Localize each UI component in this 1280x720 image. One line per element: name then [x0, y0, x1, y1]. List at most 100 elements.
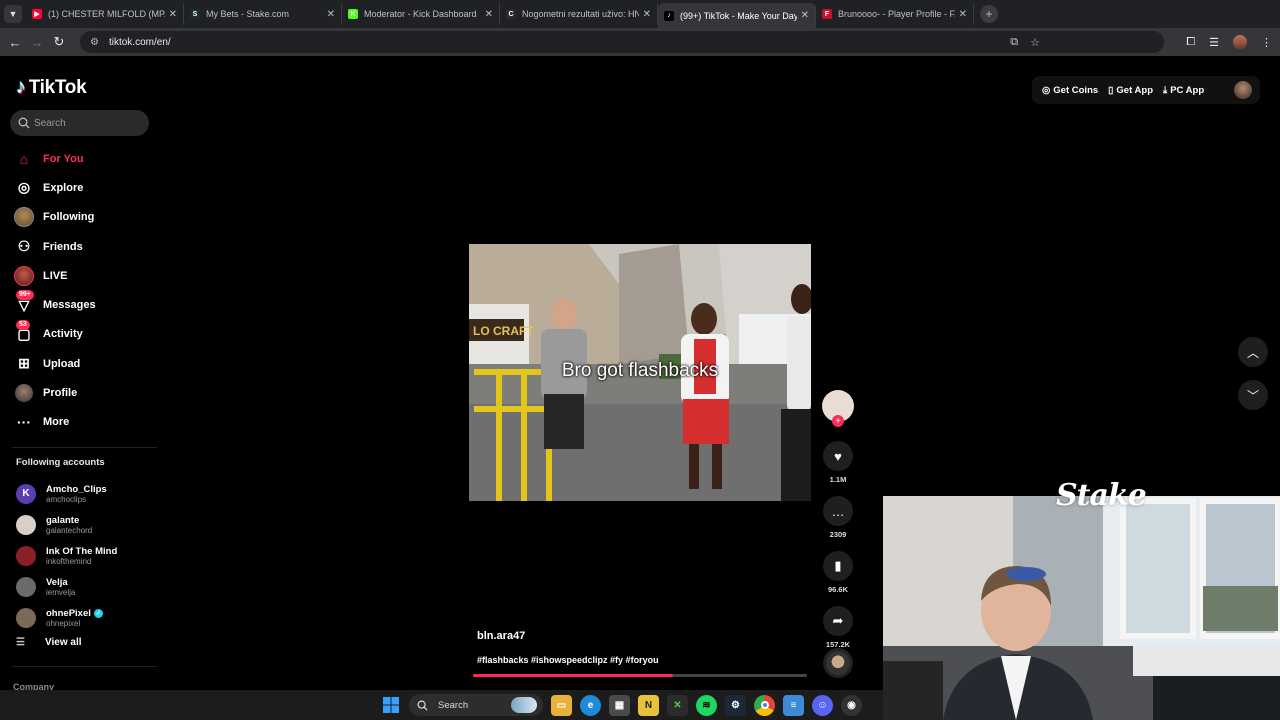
- xbox-icon[interactable]: ✕: [667, 694, 688, 716]
- share-icon[interactable]: ➦: [823, 606, 853, 636]
- tab-close-icon[interactable]: ✕: [327, 9, 335, 20]
- reload-icon[interactable]: ↻: [48, 31, 70, 53]
- comment-action[interactable]: … 2309: [822, 496, 854, 539]
- account-name-row: Velja: [46, 577, 75, 588]
- video-username[interactable]: bln.ara47: [477, 630, 525, 642]
- following-account-item[interactable]: Velja iemvelja: [16, 571, 156, 602]
- forward-icon[interactable]: →: [26, 31, 48, 53]
- nav-item-label: Explore: [43, 181, 84, 194]
- steam-icon[interactable]: ⚙: [725, 694, 746, 716]
- tab-close-icon[interactable]: ✕: [643, 9, 651, 20]
- account-avatar: [16, 576, 36, 597]
- search-input[interactable]: [34, 117, 144, 129]
- music-disc-icon[interactable]: [823, 648, 853, 678]
- nav-item-for-you[interactable]: ⌂ For You: [14, 144, 154, 173]
- following-account-item[interactable]: galante galantechord: [16, 509, 156, 540]
- following-account-item[interactable]: Ink Of The Mind inkofthemind: [16, 540, 156, 571]
- browser-tab[interactable]: ♪ (99+) TikTok - Make Your Day ✕: [658, 3, 816, 28]
- browser-tab[interactable]: C Nogometni rezultati uživo: HNL ✕: [500, 3, 658, 25]
- save-action[interactable]: ▮ 96.6K: [822, 551, 854, 594]
- app-icon[interactable]: N: [638, 694, 659, 716]
- tiktok-logo[interactable]: ♪ TikTok: [16, 76, 87, 99]
- following-account-item[interactable]: K Amcho_Clips amchoclips: [16, 478, 156, 509]
- get-coins-button[interactable]: ◎ Get Coins: [1042, 85, 1098, 96]
- nav-item-upload[interactable]: ⊞ Upload: [14, 349, 154, 378]
- bookmark-star-icon[interactable]: ☆: [1030, 36, 1040, 49]
- creator-avatar[interactable]: +: [822, 390, 854, 427]
- nav-item-live[interactable]: LIVE: [14, 261, 154, 290]
- nav-item-profile[interactable]: Profile: [14, 378, 154, 407]
- tab-favicon-icon: S: [190, 9, 200, 19]
- video-caption: Bro got flashbacks: [561, 360, 719, 381]
- nav-item-activity[interactable]: ▢ 53 Activity: [14, 319, 154, 349]
- pc-app-button[interactable]: ⤓ PC App: [1163, 85, 1204, 96]
- discord-icon[interactable]: ☺: [812, 694, 833, 716]
- windows-start-icon[interactable]: [380, 695, 401, 716]
- comment-icon[interactable]: …: [823, 496, 853, 526]
- screen: ▼ ▶ (1) CHESTER MILFOLD (MPACRED) - YouTu…: [0, 0, 1280, 720]
- following-account-item[interactable]: ohnePixel ✓ ohnepixel: [16, 602, 156, 633]
- file-explorer-icon[interactable]: ▭: [551, 694, 572, 716]
- chrome-icon[interactable]: [754, 694, 775, 716]
- previous-video-button[interactable]: ︿: [1238, 337, 1268, 367]
- nav-item-messages[interactable]: ▽ 99+ Messages: [14, 290, 154, 319]
- follow-plus-icon[interactable]: +: [832, 415, 844, 427]
- reading-list-icon[interactable]: ☰: [1209, 36, 1219, 49]
- account-text: Velja iemvelja: [46, 577, 75, 597]
- nav-item-more[interactable]: ··· More: [14, 408, 154, 437]
- video-hashtags[interactable]: #flashbacks #ishowspeedclipz #fy #foryou: [477, 655, 659, 665]
- browser-tab[interactable]: ▶ (1) CHESTER MILFOLD (MPACRED) - YouTube…: [26, 3, 184, 25]
- edge-icon[interactable]: e: [580, 694, 601, 716]
- view-all-label: View all: [45, 637, 82, 648]
- browser-tab[interactable]: F Brunoooo- - Player Profile - FA ✕: [816, 3, 974, 25]
- upload-icon: ⊞: [18, 355, 30, 372]
- nav-item-friends[interactable]: ⚇ Friends: [14, 232, 154, 261]
- video-actions: + ♥ 1.1M … 2309 ▮ 96.6K ➦ 157.2K: [822, 390, 854, 649]
- next-video-button[interactable]: ﹀: [1238, 380, 1268, 410]
- browser-tab-bar: ▼ ▶ (1) CHESTER MILFOLD (MPACRED) - YouTu…: [0, 0, 1280, 28]
- browser-toolbar: ← → ↻ ⚙ tiktok.com/en/ ⧉ ☆ ⧠ ☰ ⋮: [0, 28, 1280, 56]
- account-handle: ohnepixel: [46, 618, 81, 628]
- share-action[interactable]: ➦ 157.2K: [822, 606, 854, 649]
- new-tab-button[interactable]: +: [980, 5, 998, 23]
- nav-item-label: More: [43, 416, 70, 429]
- obs-icon[interactable]: ◉: [841, 694, 862, 716]
- bookmark-icon[interactable]: ▮: [823, 551, 853, 581]
- nav-item-following[interactable]: Following: [14, 203, 154, 232]
- video-progress-bar[interactable]: [473, 674, 807, 677]
- account-handle: inkofthemind: [46, 556, 92, 566]
- spotify-icon[interactable]: ≋: [696, 694, 717, 716]
- view-all-link[interactable]: ☰ View all: [16, 637, 82, 648]
- user-avatar[interactable]: [1234, 81, 1252, 99]
- like-action[interactable]: ♥ 1.1M: [822, 441, 854, 484]
- tab-close-icon[interactable]: ✕: [169, 9, 177, 20]
- browser-actions: ⧠ ☰ ⋮: [1186, 31, 1272, 53]
- tab-close-icon[interactable]: ✕: [959, 9, 967, 20]
- browser-profile-avatar[interactable]: [1233, 35, 1247, 49]
- get-app-button[interactable]: ▯ Get App: [1108, 85, 1153, 96]
- list-icon: ☰: [16, 637, 25, 648]
- account-text: ohnePixel ✓ ohnepixel: [46, 608, 103, 628]
- taskbar-search[interactable]: Search: [409, 694, 543, 716]
- tab-close-icon[interactable]: ✕: [801, 10, 809, 21]
- browser-menu-icon[interactable]: ⋮: [1261, 36, 1272, 49]
- account-avatar: K: [16, 483, 36, 504]
- extensions-icon[interactable]: ⧠: [1186, 36, 1195, 49]
- tab-close-icon[interactable]: ✕: [485, 9, 493, 20]
- store-icon[interactable]: ▦: [609, 694, 630, 716]
- notepad-icon[interactable]: ≡: [783, 694, 804, 716]
- site-info-icon[interactable]: ⚙: [90, 37, 99, 48]
- address-bar[interactable]: ⚙ tiktok.com/en/ ⧉ ☆: [80, 31, 1164, 53]
- tab-search-icon[interactable]: ▼: [4, 5, 22, 23]
- nav-item-explore[interactable]: ◎ Explore: [14, 173, 154, 202]
- video-player[interactable]: LO CRAFT Bro got flashbacks: [469, 244, 811, 501]
- tab-title: (1) CHESTER MILFOLD (MPACRED) - YouTube: [48, 9, 165, 19]
- search-box[interactable]: [10, 110, 149, 136]
- tiktok-note-icon: ♪: [16, 76, 26, 98]
- heart-icon[interactable]: ♥: [823, 441, 853, 471]
- browser-tab[interactable]: K Moderator - Kick Dashboard ✕: [342, 3, 500, 25]
- browser-tab[interactable]: S My Bets - Stake.com ✕: [184, 3, 342, 25]
- account-text: galante galantechord: [46, 515, 92, 535]
- back-icon[interactable]: ←: [4, 31, 26, 53]
- install-app-icon[interactable]: ⧉: [1010, 36, 1018, 49]
